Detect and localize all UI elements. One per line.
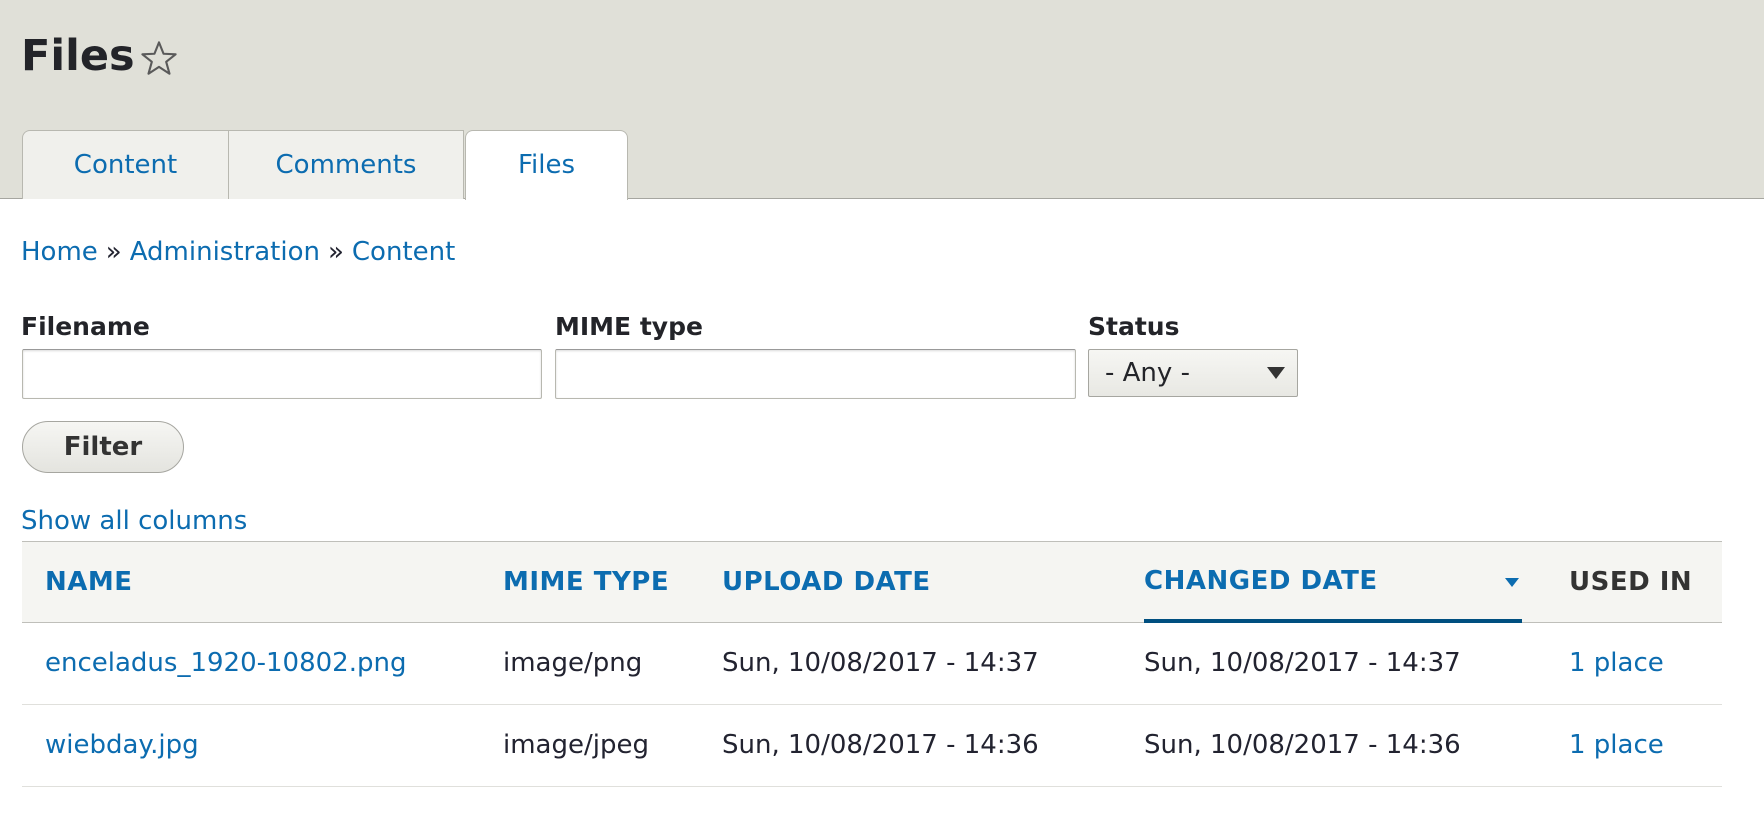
page-header: Files Content Comments Files [0,0,1764,200]
page-title: Files [21,31,135,81]
table-header: NAME MIME TYPE UPLOAD DATE CHANGED DATE … [22,541,1722,623]
filter-button[interactable]: Filter [22,421,184,473]
upload-date-cell: Sun, 10/08/2017 - 14:36 [722,730,1039,760]
used-in-link[interactable]: 1 place [1569,705,1664,786]
show-all-columns-link[interactable]: Show all columns [21,503,247,539]
breadcrumb-home[interactable]: Home [21,237,98,267]
sort-descending-icon[interactable] [1505,578,1519,587]
chevron-down-icon [1267,367,1285,379]
column-header-upload-date[interactable]: UPLOAD DATE [722,542,931,623]
mime-type-cell: image/jpeg [503,730,649,760]
tab-comments[interactable]: Comments [228,130,464,199]
column-header-used-in: USED IN [1569,567,1693,597]
status-label: Status [1088,312,1180,341]
breadcrumb-content[interactable]: Content [352,237,455,267]
mime-type-label: MIME type [555,312,703,341]
column-header-name[interactable]: NAME [45,542,133,623]
filename-label: Filename [21,312,150,341]
breadcrumb: Home» Administration» Content [21,234,455,270]
used-in-link[interactable]: 1 place [1569,623,1664,704]
mime-type-input[interactable] [555,349,1076,399]
status-select[interactable]: - Any - [1088,349,1298,397]
column-header-changed-date[interactable]: CHANGED DATE [1144,542,1522,623]
tab-content[interactable]: Content [22,130,229,199]
filename-input[interactable] [22,349,542,399]
column-header-mime-type[interactable]: MIME TYPE [503,542,669,623]
tab-files[interactable]: Files [465,130,628,200]
changed-date-cell: Sun, 10/08/2017 - 14:36 [1144,730,1461,760]
changed-date-cell: Sun, 10/08/2017 - 14:37 [1144,648,1461,678]
star-outline-icon[interactable] [138,38,180,80]
status-selected-value: - Any - [1105,358,1190,388]
file-name-link[interactable]: enceladus_1920-10802.png [45,623,406,704]
mime-type-cell: image/png [503,648,643,678]
breadcrumb-separator: » [105,237,122,267]
table-row: enceladus_1920-10802.png image/png Sun, … [22,623,1722,705]
breadcrumb-separator: » [327,237,344,267]
table-row: wiebday.jpg image/jpeg Sun, 10/08/2017 -… [22,705,1722,787]
files-table: NAME MIME TYPE UPLOAD DATE CHANGED DATE … [22,541,1722,787]
upload-date-cell: Sun, 10/08/2017 - 14:37 [722,648,1039,678]
file-name-link[interactable]: wiebday.jpg [45,705,199,786]
breadcrumb-administration[interactable]: Administration [130,237,320,267]
